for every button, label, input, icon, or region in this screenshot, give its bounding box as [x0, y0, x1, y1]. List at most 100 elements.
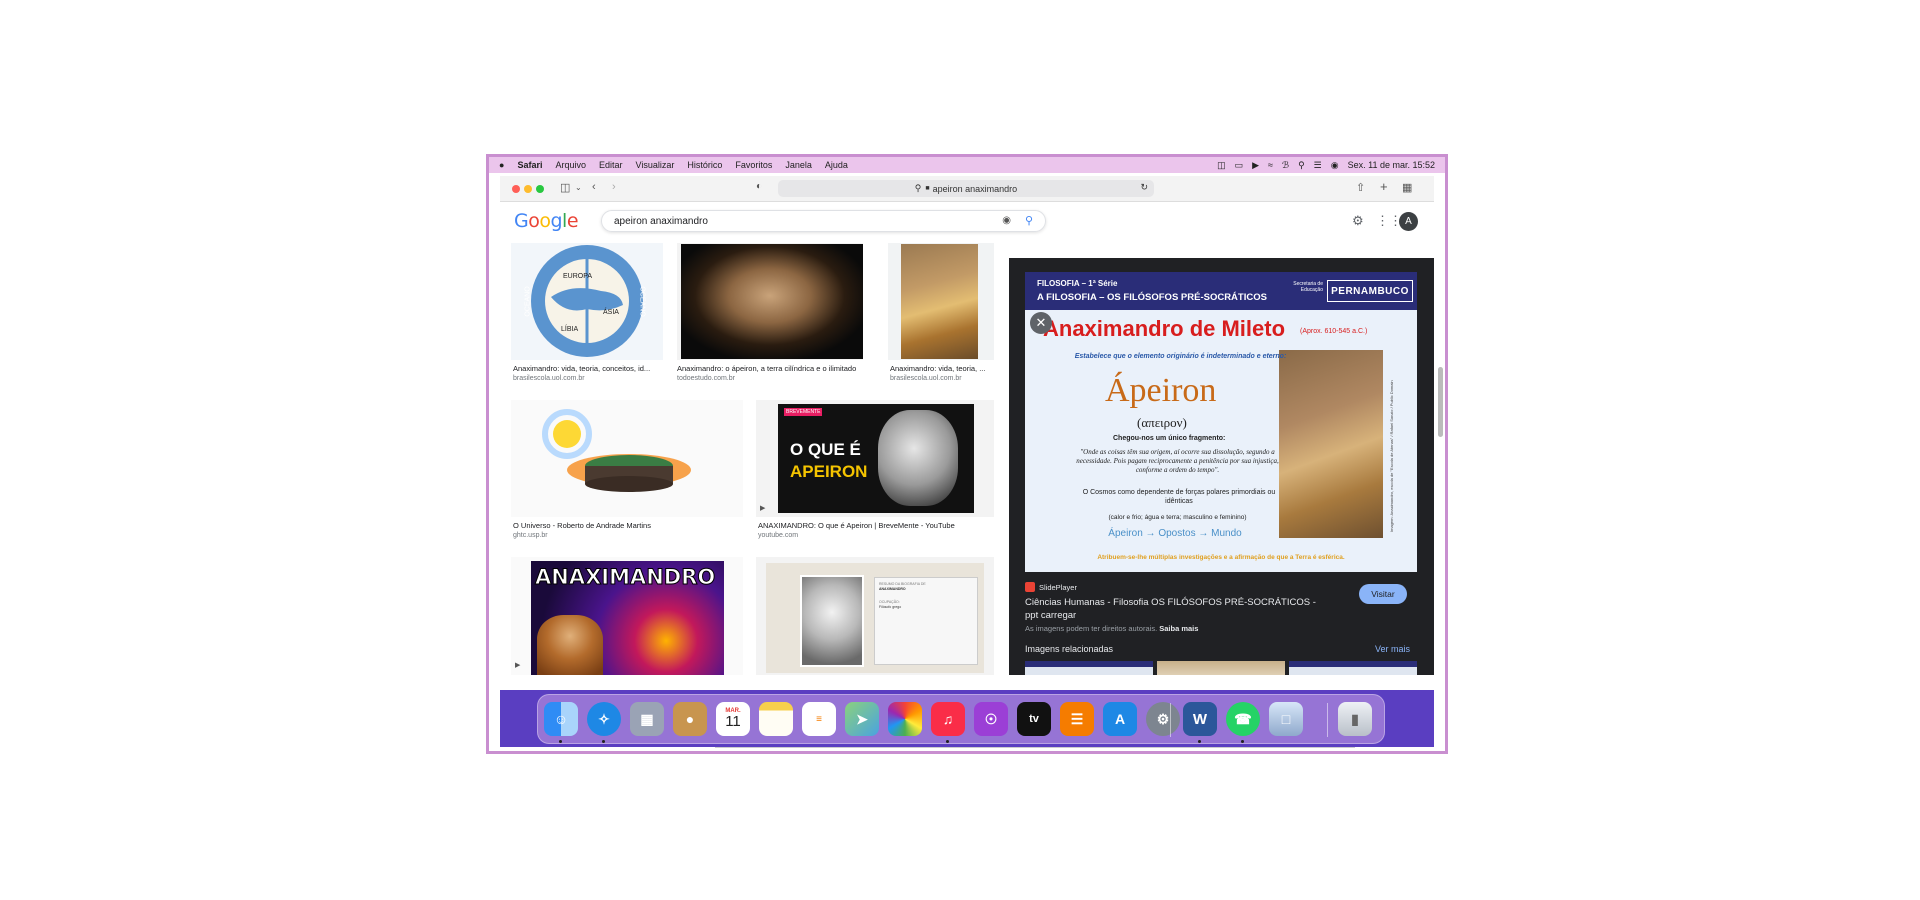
result-thumbnail[interactable] — [511, 400, 743, 517]
result-caption[interactable]: Anaximandro: o ápeiron, a terra cilíndri… — [677, 364, 877, 373]
privacy-shield-icon[interactable]: ◐ — [756, 181, 762, 192]
preview-title[interactable]: Ciências Humanas - Filosofia OS FILÓSOFO… — [1025, 596, 1325, 622]
result-source: brasilescola.uol.com.br — [513, 375, 585, 382]
contacts-icon[interactable]: ● — [673, 702, 707, 736]
video-play-icon: ▶ — [760, 505, 766, 512]
slide-greek-word: (απειρον) — [1137, 415, 1187, 430]
page-scrollbar[interactable] — [1438, 367, 1443, 437]
menu-clock[interactable]: Sex. 11 de mar. 15:52 — [1348, 160, 1435, 170]
running-indicator — [946, 740, 949, 743]
camera-icon[interactable]: ◉ — [1002, 215, 1011, 226]
preview-image[interactable]: FILOSOFIA – 1ª Série A FILOSOFIA – OS FI… — [1025, 272, 1417, 572]
finder-icon[interactable]: ☺ — [544, 702, 578, 736]
system-preferences-icon[interactable]: ⚙ — [1146, 702, 1180, 736]
photos-icon[interactable] — [888, 702, 922, 736]
launchpad-icon[interactable]: ▦ — [630, 702, 664, 736]
sculpture-image — [681, 244, 863, 359]
related-image-thumbnail[interactable] — [1025, 661, 1153, 675]
result-caption[interactable]: ANAXIMANDRO: O que é Apeiron | BreveMent… — [758, 521, 994, 530]
play-icon[interactable]: ▶ — [1252, 160, 1259, 171]
google-logo[interactable]: Google — [514, 210, 579, 232]
philosopher-head-image — [878, 410, 958, 506]
visit-button[interactable]: Visitar — [1359, 584, 1407, 604]
sidebar-icon[interactable]: ◫ — [560, 181, 570, 194]
zoom-window-button[interactable] — [536, 185, 544, 193]
related-images-heading: Imagens relacionadas — [1025, 644, 1114, 654]
apple-menu-icon[interactable]: ● — [499, 160, 504, 170]
back-icon[interactable]: ‹ — [592, 181, 596, 193]
podcasts-icon[interactable]: ☉ — [974, 702, 1008, 736]
app-store-icon[interactable]: A — [1103, 702, 1137, 736]
close-preview-button[interactable]: ✕ — [1030, 312, 1052, 334]
related-image-thumbnail[interactable] — [1289, 661, 1417, 675]
account-avatar[interactable]: A — [1399, 212, 1418, 231]
google-search-input[interactable]: apeiron anaximandro ◉ ⚲ — [601, 210, 1046, 232]
menu-editar[interactable]: Editar — [599, 160, 623, 170]
result-caption[interactable]: O Universo - Roberto de Andrade Martins — [513, 521, 743, 530]
result-thumbnail[interactable]: BREVEMENTE O QUE É APEIRON ▶ — [756, 400, 994, 517]
menu-safari[interactable]: Safari — [517, 160, 542, 170]
search-icon[interactable]: ⚲ — [1025, 214, 1033, 227]
menu-arquivo[interactable]: Arquivo — [555, 160, 586, 170]
word-icon[interactable]: W — [1183, 702, 1217, 736]
map-label-asia: ÁSIA — [603, 309, 619, 316]
secretaria-label: Secretaria de Educação — [1293, 281, 1323, 293]
maps-icon[interactable]: ➤ — [845, 702, 879, 736]
slide-years: (Aprox. 610-545 a.C.) — [1300, 328, 1368, 335]
reminders-icon[interactable]: ≡ — [802, 702, 836, 736]
reload-icon[interactable]: ↻ — [1140, 182, 1148, 193]
philosopher-figure — [537, 615, 603, 675]
copyright-notice: As imagens podem ter direitos autorais. … — [1025, 624, 1198, 633]
spotlight-icon[interactable]: ⚲ — [1298, 160, 1305, 171]
preview-source-name: SlidePlayer — [1039, 582, 1077, 592]
books-icon[interactable]: ☰ — [1060, 702, 1094, 736]
result-source: youtube.com — [758, 532, 799, 539]
minimize-window-button[interactable] — [524, 185, 532, 193]
result-thumbnail[interactable] — [677, 243, 863, 360]
close-window-button[interactable] — [512, 185, 520, 193]
slide-footer: Atribuem-se-lhe múltiplas investigações … — [1097, 554, 1345, 561]
dock: ☺ ✧ ▦ ● MAR. 11 ≡ ➤ ♫ ☉ tv ☰ A ⚙ W ☎ □ ▮ — [537, 694, 1385, 744]
bluetooth-icon[interactable]: ℬ — [1282, 160, 1289, 171]
battery-icon[interactable]: ▭ — [1235, 160, 1244, 171]
preview-icon[interactable]: □ — [1269, 702, 1303, 736]
share-icon[interactable]: ⇧ — [1356, 181, 1365, 194]
control-center-icon[interactable]: ☰ — [1314, 160, 1322, 171]
menu-historico[interactable]: Histórico — [687, 160, 722, 170]
whatsapp-icon[interactable]: ☎ — [1226, 702, 1260, 736]
bio-line-3: OCUPAÇÃO: — [879, 600, 900, 604]
safari-icon[interactable]: ✧ — [587, 702, 621, 736]
video-thumbnail-image: BREVEMENTE O QUE É APEIRON — [778, 404, 974, 513]
new-tab-icon[interactable]: + — [1380, 179, 1388, 194]
related-image-thumbnail[interactable] — [1157, 661, 1285, 675]
lock-icon: ■ — [925, 185, 930, 192]
result-thumbnail[interactable]: EUROPA ÁSIA LÍBIA OCEANO OCEANO — [511, 243, 663, 360]
result-thumbnail[interactable]: ANAXIMANDRO ▶ — [511, 557, 743, 675]
settings-gear-icon[interactable]: ⚙ — [1352, 213, 1364, 229]
result-caption[interactable]: Anaximandro: vida, teoria, conceitos, id… — [513, 364, 665, 373]
notes-icon[interactable] — [759, 702, 793, 736]
trash-icon[interactable]: ▮ — [1338, 702, 1372, 736]
menu-visualizar[interactable]: Visualizar — [635, 160, 674, 170]
tv-icon[interactable]: tv — [1017, 702, 1051, 736]
chevron-down-icon[interactable]: ⌄ — [575, 183, 582, 192]
see-more-link[interactable]: Ver mais — [1375, 644, 1410, 654]
menu-janela[interactable]: Janela — [785, 160, 812, 170]
menu-ajuda[interactable]: Ajuda — [825, 160, 848, 170]
running-indicator — [602, 740, 605, 743]
close-icon: ✕ — [1035, 315, 1047, 330]
wifi-icon[interactable]: ≈ — [1268, 160, 1273, 170]
menu-favoritos[interactable]: Favoritos — [735, 160, 772, 170]
music-icon[interactable]: ♫ — [931, 702, 965, 736]
window-icon[interactable]: ◫ — [1217, 160, 1226, 171]
result-thumbnail[interactable] — [888, 243, 994, 360]
learn-more-link[interactable]: Saiba mais — [1159, 624, 1198, 633]
result-caption[interactable]: Anaximandro: vida, teoria, ... — [890, 364, 994, 373]
calendar-icon[interactable]: MAR. 11 — [716, 702, 750, 736]
result-thumbnail[interactable]: RESUMO DA BIOGRAFIA DE ANAXIMANDRO OCUPA… — [756, 557, 994, 675]
preview-source[interactable]: SlidePlayer — [1025, 582, 1077, 592]
forward-icon[interactable]: › — [612, 181, 616, 193]
tab-overview-icon[interactable]: ▦ — [1402, 181, 1412, 194]
address-bar[interactable]: ⚲ ■ apeiron anaximandro ↻ — [778, 180, 1154, 197]
siri-icon[interactable]: ◉ — [1331, 160, 1339, 171]
